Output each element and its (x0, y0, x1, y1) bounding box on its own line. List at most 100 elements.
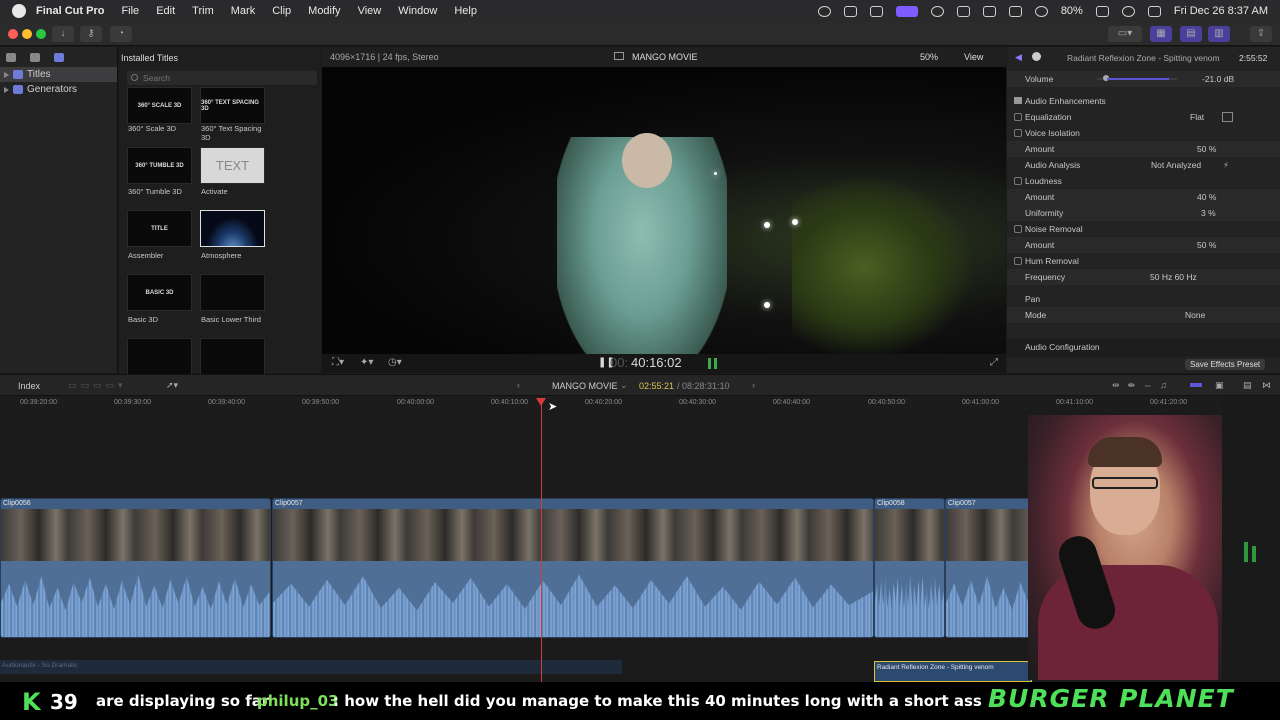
audio-tab-icon[interactable]: ◀︎ (1015, 52, 1022, 63)
control-center-icon[interactable] (1147, 5, 1161, 17)
audio-enhancements-header[interactable]: Audio Enhancements (1007, 93, 1280, 109)
timeline-project-name[interactable]: MANGO MOVIE (552, 381, 618, 391)
clip-appearance-icon[interactable]: ▣ (1215, 380, 1224, 391)
title-thumb-360-text-spacing[interactable]: 360° TEXT SPACING 3D (200, 87, 265, 124)
menu-edit[interactable]: Edit (156, 5, 175, 17)
transitions-icon[interactable]: ⋈ (1262, 380, 1271, 391)
bluetooth-icon[interactable] (1008, 5, 1022, 17)
apple-icon[interactable] (12, 4, 26, 18)
noise-amount-value[interactable]: 50 % (1197, 240, 1216, 250)
loudness-checkbox[interactable] (1014, 177, 1022, 185)
wand-icon[interactable]: ⚡ (1223, 160, 1229, 171)
photos-audio-icon[interactable] (30, 52, 40, 62)
menu-clip[interactable]: Clip (272, 5, 291, 17)
screen-record-icon[interactable] (895, 5, 918, 17)
timecode-display[interactable]: 40:16:02 (631, 355, 682, 370)
menu-help[interactable]: Help (454, 5, 477, 17)
volume-value[interactable]: -21.0 dB (1202, 74, 1234, 84)
transform-icon[interactable]: ⛶▾ (332, 357, 344, 368)
title-thumb[interactable] (127, 338, 192, 375)
titles-generators-icon[interactable] (54, 52, 64, 62)
title-thumb-360-scale[interactable]: 360° SCALE 3D (127, 87, 192, 124)
menu-file[interactable]: File (121, 5, 139, 17)
snapping-icon[interactable] (1190, 383, 1202, 387)
chevron-down-icon[interactable]: ⌄ (620, 380, 628, 391)
menu-app-name[interactable]: Final Cut Pro (36, 5, 104, 17)
equalization-value[interactable]: Flat (1190, 112, 1204, 122)
browser-toggle-button[interactable]: ▦ (1150, 26, 1172, 42)
index-button[interactable]: Index (18, 381, 40, 391)
menubar-clock[interactable]: Fri Dec 26 8:37 AM (1174, 5, 1268, 17)
share-button[interactable]: ⇪ (1250, 26, 1272, 42)
menu-view[interactable]: View (358, 5, 382, 17)
music-track-left[interactable]: Audionautix - So Dramatic (0, 660, 622, 674)
forward-icon[interactable]: › (752, 380, 755, 390)
frequency-value[interactable]: 50 Hz 60 Hz (1150, 272, 1197, 282)
import-button[interactable]: ↓ (52, 26, 74, 42)
title-thumb[interactable] (200, 338, 265, 375)
sidebar-item-generators[interactable]: Generators (0, 82, 117, 97)
timeline-clip[interactable]: Clip0057 (272, 498, 874, 638)
media-browser-icon[interactable] (6, 52, 16, 62)
fullscreen-icon[interactable]: ⤢ (990, 357, 998, 368)
uniformity-value[interactable]: 3 % (1201, 208, 1216, 218)
timeline-ruler[interactable]: 00:39:20:00 00:39:30:00 00:39:40:00 00:3… (0, 396, 1222, 410)
title-thumb-assembler[interactable]: TITLE (127, 210, 192, 247)
sidebar-item-titles[interactable]: Titles (0, 67, 117, 82)
back-icon[interactable]: ‹ (517, 380, 520, 390)
disclosure-icon[interactable] (4, 71, 9, 78)
voice-isolation-checkbox[interactable] (1014, 129, 1022, 137)
menu-window[interactable]: Window (398, 5, 437, 17)
effects-browser-icon[interactable]: ▤ (1243, 380, 1252, 391)
title-thumb-360-tumble[interactable]: 360° TUMBLE 3D (127, 147, 192, 184)
battery-label[interactable]: 80% (1061, 5, 1083, 17)
pan-mode-value[interactable]: None (1185, 310, 1205, 320)
minimize-window-icon[interactable] (22, 29, 32, 39)
keyword-button[interactable]: ⚷ (80, 26, 102, 42)
search-icon[interactable] (1121, 5, 1135, 17)
info-tab-icon[interactable] (1032, 52, 1041, 61)
noise-removal-checkbox[interactable] (1014, 225, 1022, 233)
playhead[interactable] (541, 398, 542, 682)
audio-configuration-row[interactable]: Audio Configuration (1007, 339, 1280, 357)
title-thumb-basic-3d[interactable]: BASIC 3D (127, 274, 192, 311)
title-thumb-basic-lower-third[interactable] (200, 274, 265, 311)
eq-graph-icon[interactable] (1222, 112, 1233, 122)
grid-icon[interactable] (843, 5, 857, 17)
equalization-checkbox[interactable] (1014, 113, 1022, 121)
zoom-menu[interactable]: 50% (920, 52, 938, 62)
loudness-amount-value[interactable]: 40 % (1197, 192, 1216, 202)
menu-trim[interactable]: Trim (192, 5, 214, 17)
hum-removal-checkbox[interactable] (1014, 257, 1022, 265)
status-icon-2[interactable] (869, 5, 883, 17)
music-track-right[interactable]: Radiant Reflexion Zone - Spitting venom (874, 661, 1032, 682)
disclosure-icon[interactable] (4, 86, 9, 93)
timeline-toggle-button[interactable]: ▤ (1180, 26, 1202, 42)
play-icon[interactable] (930, 5, 944, 17)
workspace-button[interactable]: ▭▾ (1108, 26, 1142, 42)
timeline-clip[interactable]: Clip0058 (874, 498, 945, 638)
timeline-clip[interactable]: Clip0056 (0, 498, 271, 638)
search-input[interactable]: Search (127, 71, 317, 85)
enhance-icon[interactable]: ✦▾ (360, 357, 373, 368)
select-tool-icon[interactable]: ➚▾ (166, 380, 178, 391)
title-thumb-activate[interactable]: TEXT (200, 147, 265, 184)
title-thumb-atmosphere[interactable] (200, 210, 265, 247)
zoom-window-icon[interactable] (36, 29, 46, 39)
view-menu[interactable]: View (964, 52, 983, 62)
timeline-right-controls[interactable]: ⇹⇼⇔♫ (1112, 380, 1175, 391)
voice-amount-value[interactable]: 50 % (1197, 144, 1216, 154)
volume-icon[interactable] (956, 5, 970, 17)
browser-header[interactable]: Installed Titles (121, 53, 178, 63)
close-window-icon[interactable] (8, 29, 18, 39)
status-icon[interactable] (817, 5, 831, 17)
inspector-toggle-button[interactable]: ▥ (1208, 26, 1230, 42)
edit-buttons[interactable]: ▭▭▭▭▾ (68, 380, 127, 391)
save-effects-preset-button[interactable]: Save Effects Preset (1185, 359, 1266, 370)
menu-modify[interactable]: Modify (308, 5, 340, 17)
menu-mark[interactable]: Mark (231, 5, 255, 17)
background-tasks-button[interactable]: ◔ (110, 26, 132, 42)
display-icon[interactable] (982, 5, 996, 17)
wifi-icon[interactable] (1034, 5, 1048, 17)
speed-icon[interactable]: ◷▾ (388, 357, 402, 368)
